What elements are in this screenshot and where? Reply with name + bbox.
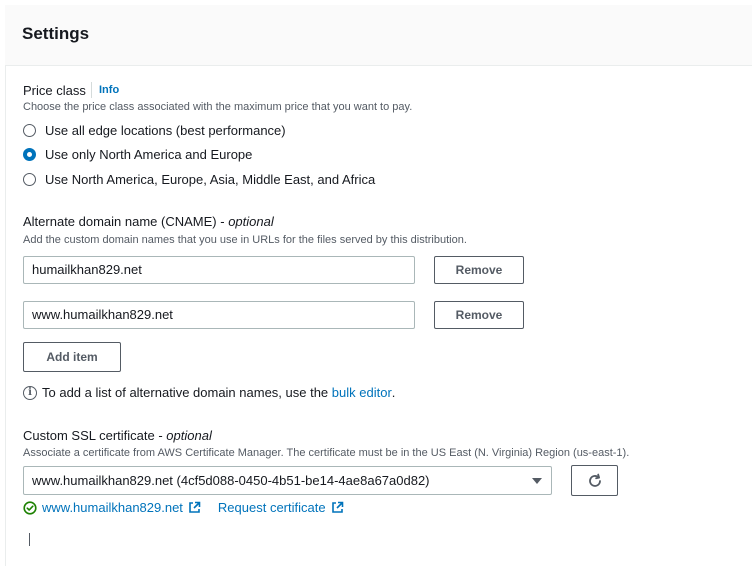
- note-text: To add a list of alternative domain name…: [42, 385, 329, 400]
- request-certificate-link[interactable]: Request certificate: [218, 500, 326, 515]
- bulk-editor-link[interactable]: bulk editor: [332, 385, 392, 400]
- text-cursor: [29, 533, 30, 546]
- radio-label: Use North America, Europe, Asia, Middle …: [45, 171, 376, 187]
- price-class-option-na-eu-asia[interactable]: Use North America, Europe, Asia, Middle …: [23, 170, 375, 188]
- price-class-info-link[interactable]: Info: [99, 84, 119, 96]
- certificate-link[interactable]: www.humailkhan829.net: [42, 500, 183, 515]
- ssl-description: Associate a certificate from AWS Certifi…: [23, 447, 630, 459]
- info-divider: [91, 82, 92, 98]
- radio-button-selected[interactable]: [23, 147, 36, 161]
- cname-input-2[interactable]: www.humailkhan829.net: [23, 301, 415, 329]
- info-icon: i: [23, 385, 37, 400]
- refresh-icon: [589, 473, 601, 487]
- cname-label: Alternate domain name (CNAME) - optional: [23, 214, 274, 229]
- caret-down-icon: [532, 478, 542, 484]
- refresh-button[interactable]: [571, 465, 618, 496]
- note-suffix: .: [391, 385, 396, 400]
- external-link-icon[interactable]: [331, 501, 344, 514]
- remove-button-2[interactable]: Remove: [434, 301, 524, 329]
- ssl-optional: optional: [166, 428, 212, 443]
- ssl-label: Custom SSL certificate - optional: [23, 428, 212, 443]
- price-class-description: Choose the price class associated with t…: [23, 101, 413, 113]
- remove-button-1[interactable]: Remove: [434, 256, 524, 284]
- cname-input-1[interactable]: humailkhan829.net: [23, 256, 415, 284]
- ssl-certificate-select[interactable]: www.humailkhan829.net (4cf5d088-0450-4b5…: [23, 466, 552, 495]
- cname-label-text: Alternate domain name (CNAME) -: [23, 214, 229, 229]
- radio-label: Use all edge locations (best performance…: [45, 122, 286, 138]
- success-check-icon: [23, 500, 37, 515]
- ssl-label-text: Custom SSL certificate -: [23, 428, 167, 443]
- price-class-option-all[interactable]: Use all edge locations (best performance…: [23, 121, 286, 139]
- ssl-selected-value: www.humailkhan829.net (4cf5d088-0450-4b5…: [32, 473, 430, 488]
- radio-button[interactable]: [23, 172, 36, 186]
- external-link-icon[interactable]: [188, 501, 201, 514]
- panel-header: Settings: [5, 5, 752, 66]
- page-title: Settings: [22, 24, 90, 43]
- bulk-editor-note: i To add a list of alternative domain na…: [23, 385, 395, 400]
- cname-description: Add the custom domain names that you use…: [23, 234, 467, 246]
- add-item-button[interactable]: Add item: [23, 342, 121, 372]
- radio-button[interactable]: [23, 123, 36, 137]
- certificate-links: www.humailkhan829.net Request certificat…: [23, 500, 344, 515]
- price-class-label: Price class: [23, 83, 86, 98]
- radio-label: Use only North America and Europe: [45, 146, 253, 162]
- price-class-option-na-eu[interactable]: Use only North America and Europe: [23, 145, 252, 163]
- cname-optional: optional: [228, 214, 274, 229]
